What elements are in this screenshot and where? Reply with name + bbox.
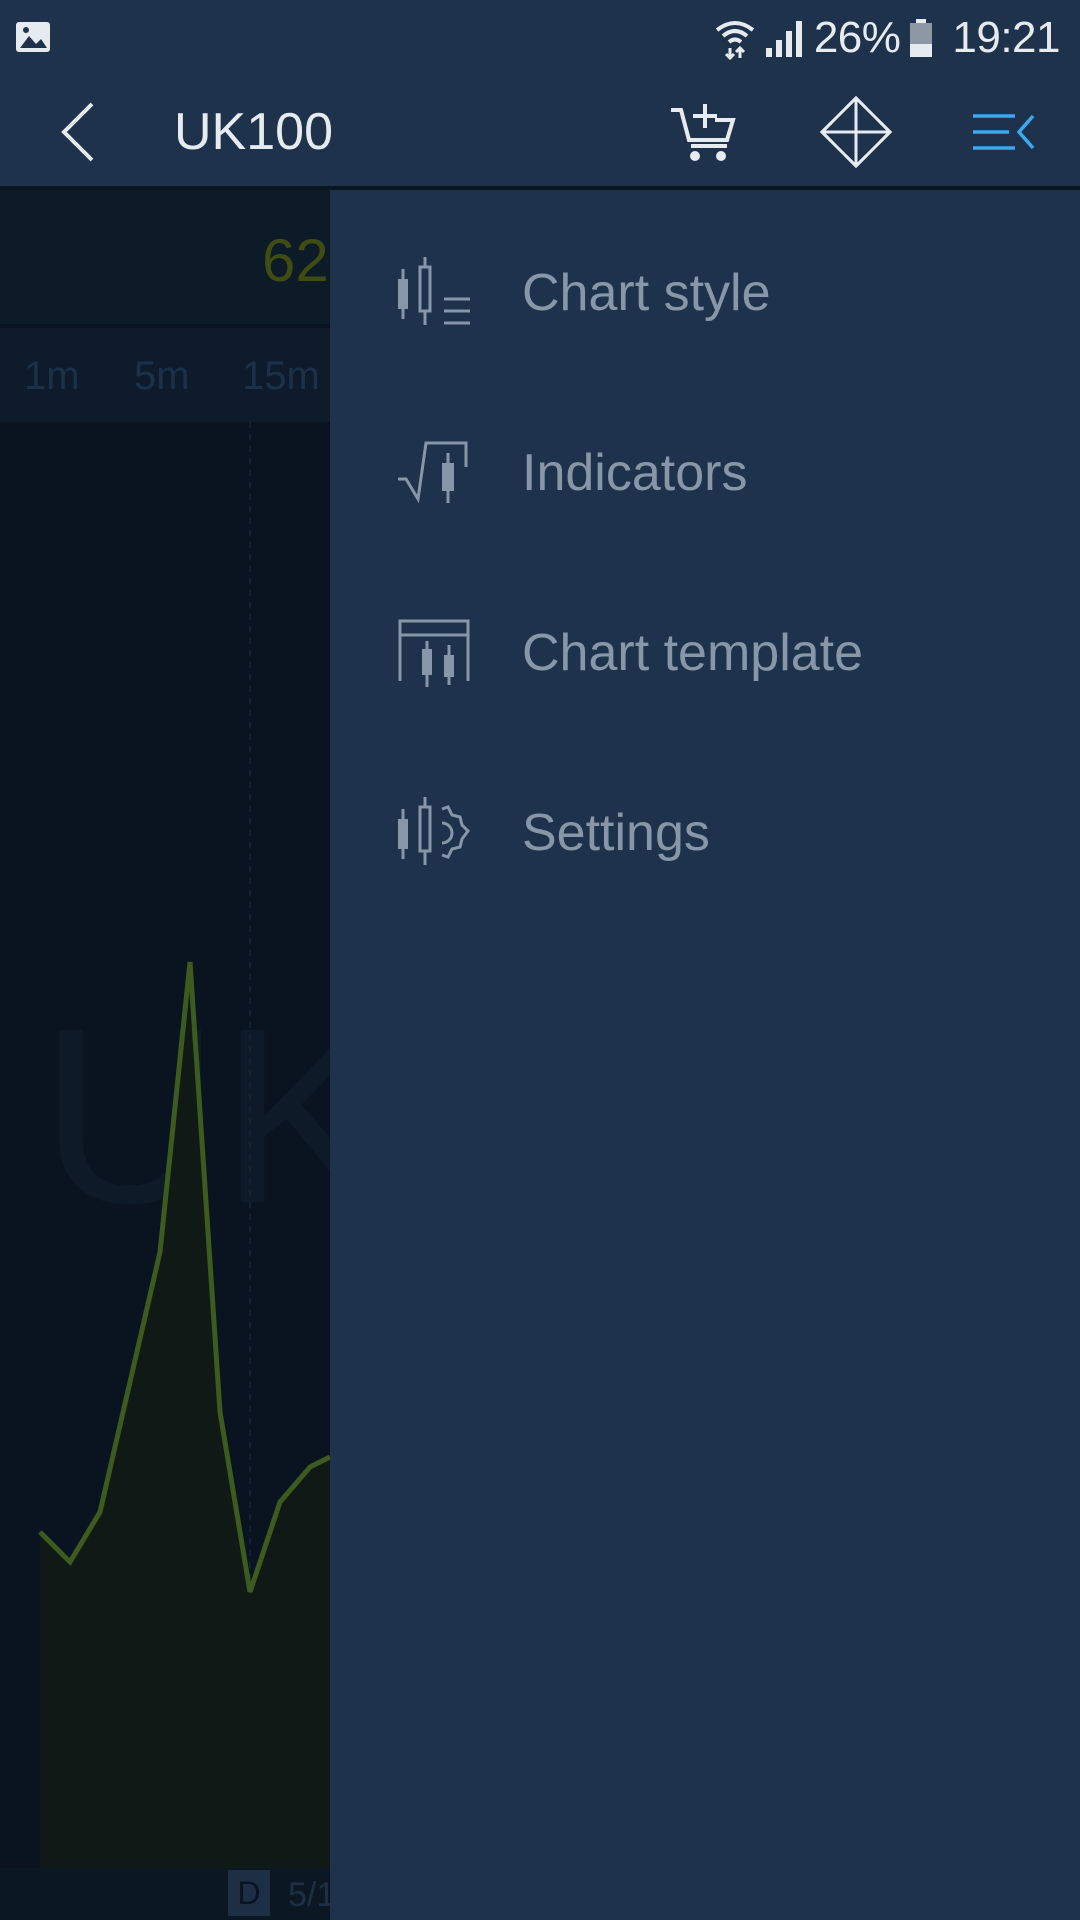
menu-label-settings: Settings <box>522 804 710 862</box>
chart-style-icon <box>398 257 470 325</box>
wifi-icon <box>715 21 755 60</box>
period-badge[interactable]: D <box>228 1870 270 1916</box>
price-line-chart: UK <box>38 422 330 1868</box>
menu-item-settings[interactable]: Settings <box>330 758 1080 908</box>
menu-item-indicators[interactable]: Indicators <box>330 398 1080 548</box>
screen: 26% 19:21 UK100 62 1m 5m 15m D 5/1 Chart… <box>0 0 1080 1920</box>
move-arrows-icon <box>820 96 892 168</box>
time-axis: D 5/1 <box>0 1868 330 1920</box>
cart-add-icon <box>671 104 736 161</box>
menu-label-chart-template: Chart template <box>522 624 864 682</box>
page-title: UK100 <box>174 103 333 161</box>
clock: 19:21 <box>952 13 1060 62</box>
menu-toggle-button[interactable] <box>966 94 1042 170</box>
timeframe-15m[interactable]: 15m <box>242 354 320 399</box>
timeframe-bar: 1m 5m 15m <box>0 328 330 422</box>
price-strip: 62 <box>0 190 330 326</box>
chart-options-drawer: Chart style Indicators Chart template Se… <box>330 190 1080 1920</box>
menu-collapse-icon <box>973 114 1035 150</box>
timeframe-5m[interactable]: 5m <box>134 354 190 399</box>
move-chart-button[interactable] <box>818 94 894 170</box>
toolbar: UK100 <box>0 76 1080 188</box>
battery-percent: 26% <box>813 13 901 62</box>
chevron-left-icon <box>61 102 94 162</box>
timeframe-1m[interactable]: 1m <box>24 354 80 399</box>
chart-settings-icon <box>398 797 470 865</box>
new-order-button[interactable] <box>666 94 742 170</box>
status-bar: 26% 19:21 <box>0 0 1080 76</box>
menu-item-chart-template[interactable]: Chart template <box>330 578 1080 728</box>
chart-area[interactable]: 62 1m 5m 15m UK D 5/1 <box>0 190 330 1920</box>
status-right: 26% 19:21 <box>714 0 1060 76</box>
menu-label-chart-style: Chart style <box>522 264 771 322</box>
signal-icon <box>765 21 802 57</box>
price-value: 62 <box>262 227 329 294</box>
indicators-icon <box>398 441 468 504</box>
battery-icon <box>910 19 933 57</box>
menu-label-indicators: Indicators <box>522 444 748 502</box>
gallery-icon <box>16 22 50 52</box>
date-label: 5/1 <box>288 1876 330 1914</box>
menu-item-chart-style[interactable]: Chart style <box>330 218 1080 368</box>
back-button[interactable] <box>40 94 116 170</box>
chart-template-icon <box>398 619 470 687</box>
